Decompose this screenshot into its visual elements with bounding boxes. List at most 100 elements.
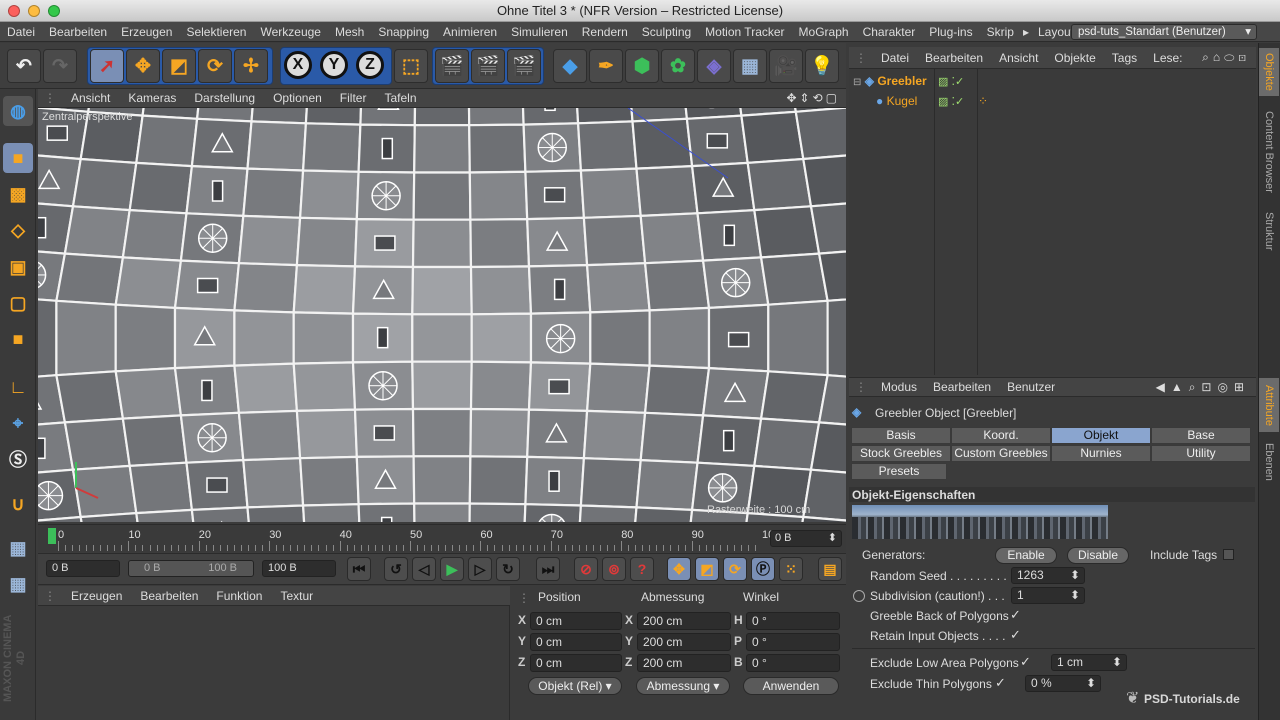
size-field[interactable]: 200 cm: [637, 612, 731, 630]
move-button[interactable]: ✥: [126, 49, 160, 83]
subdivision-field[interactable]: 1 ⬍: [1011, 587, 1085, 604]
viewport-menu-ansicht[interactable]: Ansicht: [62, 91, 119, 105]
tab-custom-greebles[interactable]: Custom Greebles: [951, 445, 1051, 462]
enable-button[interactable]: Enable: [995, 547, 1057, 564]
timeline-ruler[interactable]: 0102030405060708090100: [38, 524, 846, 552]
visibility-toggles-kugel[interactable]: ▨ ⁚✓: [938, 95, 964, 108]
include-tags-checkbox[interactable]: [1223, 549, 1234, 560]
size-field[interactable]: 200 cm: [637, 633, 731, 651]
previous-frame-button[interactable]: ◁: [412, 557, 436, 581]
position-field[interactable]: 0 cm: [530, 654, 622, 672]
minimize-window-button[interactable]: [28, 5, 40, 17]
live-selection-button[interactable]: ➚: [90, 49, 124, 83]
tab-utility[interactable]: Utility: [1151, 445, 1251, 462]
scale-button[interactable]: ◩: [162, 49, 196, 83]
timeline-window-button[interactable]: ▤: [818, 557, 842, 581]
attr-menu-bearbeiten[interactable]: Bearbeiten: [925, 380, 999, 394]
tweak-mode-button[interactable]: ⌖: [3, 408, 33, 438]
y-axis-button[interactable]: Y: [320, 51, 348, 79]
menu-sculpting[interactable]: Sculpting: [635, 25, 698, 39]
light-button[interactable]: 💡: [805, 49, 839, 83]
key-rotation-button[interactable]: ⟳: [723, 557, 747, 581]
key-scale-button[interactable]: ◩: [695, 557, 719, 581]
timeline-playhead[interactable]: [48, 528, 56, 544]
end-frame-field[interactable]: 100 B: [262, 560, 336, 577]
menu-mesh[interactable]: Mesh: [328, 25, 371, 39]
menu-snapping[interactable]: Snapping: [371, 25, 436, 39]
undo-button[interactable]: ↶: [7, 49, 41, 83]
play-button[interactable]: ▶: [440, 557, 464, 581]
menu-datei[interactable]: Datei: [0, 25, 42, 39]
x-axis-button[interactable]: X: [284, 51, 312, 79]
rotation-field[interactable]: 0 °: [746, 633, 840, 651]
retain-input-checkbox[interactable]: ✓: [1010, 628, 1022, 641]
next-frame-button[interactable]: ▷: [468, 557, 492, 581]
tab-base[interactable]: Base: [1151, 427, 1251, 444]
magnet-button[interactable]: ∪: [3, 489, 33, 519]
viewport-menu-tafeln[interactable]: Tafeln: [375, 91, 425, 105]
transform-button[interactable]: ✢: [234, 49, 268, 83]
position-field[interactable]: 0 cm: [530, 612, 622, 630]
points-mode-button[interactable]: ▣: [3, 252, 33, 282]
tab-objekt[interactable]: Objekt: [1051, 427, 1151, 444]
layout-select[interactable]: psd-tuts_Standart (Benutzer) ▾: [1071, 24, 1257, 40]
camera-button[interactable]: 🎥: [769, 49, 803, 83]
render-view-button[interactable]: 🎬: [435, 49, 469, 83]
random-seed-field[interactable]: 1263 ⬍: [1011, 567, 1085, 584]
key-position-button[interactable]: ✥: [667, 557, 691, 581]
menu-bearbeiten[interactable]: Bearbeiten: [42, 25, 114, 39]
workplane-lock-button[interactable]: ▦: [3, 533, 33, 563]
make-editable-button[interactable]: ◍: [3, 96, 33, 126]
exclude-low-area-field[interactable]: 1 cm ⬍: [1051, 654, 1127, 671]
menu-rendern[interactable]: Rendern: [575, 25, 635, 39]
go-to-end-button[interactable]: ⏭: [536, 557, 560, 581]
tab-struktur[interactable]: Struktur: [1259, 204, 1279, 258]
object-menu-lesezeichen[interactable]: Lese:: [1145, 51, 1190, 65]
tab-koord[interactable]: Koord.: [951, 427, 1051, 444]
object-manager-nav-icons[interactable]: ⌕⌂⬭⊡: [1202, 50, 1256, 65]
menu-simulieren[interactable]: Simulieren: [504, 25, 575, 39]
tab-stock-greebles[interactable]: Stock Greebles: [851, 445, 951, 462]
menu-plugins[interactable]: Plug-ins: [922, 25, 979, 39]
render-settings-button[interactable]: 🎬: [507, 49, 541, 83]
visibility-toggles-greebler[interactable]: ▨ ⁚✓: [938, 75, 964, 88]
previous-key-button[interactable]: ↺: [384, 557, 408, 581]
tab-nurnies[interactable]: Nurnies: [1051, 445, 1151, 462]
workplane-button[interactable]: ◇: [3, 215, 33, 245]
axis-mode-button[interactable]: ∟: [3, 372, 33, 402]
cube-primitive-button[interactable]: ◆: [553, 49, 587, 83]
next-key-button[interactable]: ↻: [496, 557, 520, 581]
phong-tag-icon[interactable]: ⁘: [978, 94, 988, 108]
material-menu-textur[interactable]: Textur: [271, 589, 322, 603]
deformer-button[interactable]: ◈: [697, 49, 731, 83]
viewport-menu-kameras[interactable]: Kameras: [119, 91, 185, 105]
start-frame-field[interactable]: 0 B: [46, 560, 120, 577]
exclude-thin-checkbox[interactable]: ✓: [995, 676, 1007, 689]
material-menu-bearbeiten[interactable]: Bearbeiten: [131, 589, 207, 603]
menu-skript[interactable]: Skrip: [980, 25, 1021, 39]
attr-menu-benutzer[interactable]: Benutzer: [999, 380, 1063, 394]
snap-button[interactable]: Ⓢ: [3, 444, 33, 474]
menu-erzeugen[interactable]: Erzeugen: [114, 25, 179, 39]
coord-mode-select[interactable]: Objekt (Rel) ▾: [528, 677, 622, 695]
size-field[interactable]: 200 cm: [637, 654, 731, 672]
rotation-field[interactable]: 0 °: [746, 654, 840, 672]
workplane-align-button[interactable]: ▦: [3, 569, 33, 599]
menu-werkzeuge[interactable]: Werkzeuge: [253, 25, 327, 39]
edges-mode-button[interactable]: ▢: [3, 288, 33, 318]
tab-content-browser[interactable]: Content Browser: [1259, 104, 1279, 200]
rotation-field[interactable]: 0 °: [746, 612, 840, 630]
attribute-nav-icons[interactable]: ◀▲⌕⊡◎⊞: [1156, 380, 1256, 395]
polygons-mode-button[interactable]: ■: [3, 324, 33, 354]
key-parameter-button[interactable]: Ⓟ: [751, 557, 775, 581]
material-menu-funktion[interactable]: Funktion: [207, 589, 271, 603]
viewport-menu-darstellung[interactable]: Darstellung: [185, 91, 264, 105]
size-mode-select[interactable]: Abmessung ▾: [636, 677, 730, 695]
material-menu-erzeugen[interactable]: Erzeugen: [62, 589, 131, 603]
disable-button[interactable]: Disable: [1067, 547, 1129, 564]
3d-viewport[interactable]: [38, 108, 846, 522]
key-point-level-button[interactable]: ⁙: [779, 557, 803, 581]
spline-pen-button[interactable]: ✒: [589, 49, 623, 83]
object-menu-objekte[interactable]: Objekte: [1046, 51, 1103, 65]
current-frame-field[interactable]: 0 B ⬍: [770, 530, 842, 547]
